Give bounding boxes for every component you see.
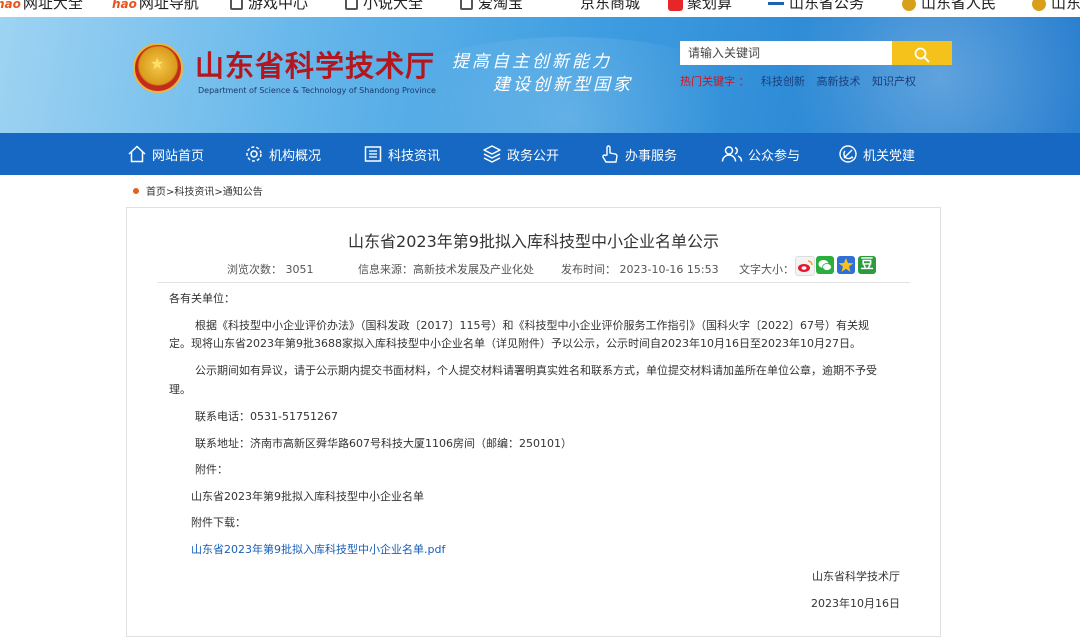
signature: 山东省科学技术厅	[812, 570, 900, 583]
paragraph-1-line-2: 定。现将山东省2023年第9批3688家拟入库科技型中小企业名单（详见附件）予以…	[169, 337, 861, 350]
breadcrumb: 首页>科技资讯>通知公告	[133, 183, 263, 198]
attachment-download-link[interactable]: 山东省2023年第9批拟入库科技型中小企业名单.pdf	[191, 543, 445, 556]
bookmark-line-icon	[768, 2, 784, 5]
contact-phone: 联系电话：0531-51751267	[195, 410, 338, 423]
hot-keyword-link[interactable]: 科技创新	[761, 75, 805, 88]
hot-keywords: 热门关键字 ： 科技创新 高新技术 知识产权	[680, 73, 916, 89]
search-input[interactable]	[680, 41, 892, 65]
article-panel: 山东省2023年第9批拟入库科技型中小企业名单公示 浏览次数： 3051 信息来…	[126, 207, 941, 637]
hot-keyword-link[interactable]: 高新技术	[817, 75, 861, 88]
publish-time: 2023-10-16 15:53	[619, 263, 719, 276]
slogan-line1: 提高自主创新能力	[452, 52, 612, 72]
breadcrumb-home[interactable]: 首页	[146, 187, 166, 198]
nav-item-news[interactable]: 科技资讯	[363, 133, 440, 175]
wechat-icon[interactable]	[816, 256, 834, 274]
meta-divider	[157, 282, 910, 283]
hand-icon	[602, 145, 618, 163]
layers-icon	[483, 145, 501, 163]
view-count: 3051	[285, 263, 314, 276]
paragraph-2-line-2: 理。	[169, 383, 191, 396]
breadcrumb-news[interactable]: 科技资讯	[174, 187, 214, 198]
paragraph-2-line-1: 公示期间如有异议，请于公示期内提交书面材料，个人提交材料请署明真实姓名和联系方式…	[195, 364, 877, 377]
nav-item-home[interactable]: 网站首页	[127, 133, 204, 175]
news-icon	[364, 146, 382, 162]
source-value: 高新技术发展及产业化处	[413, 263, 534, 276]
search-button[interactable]	[892, 41, 952, 65]
bookmark-folder-icon	[460, 0, 473, 10]
views-label: 浏览次数：	[227, 263, 282, 276]
time-label: 发布时间：	[561, 263, 616, 276]
source-label: 信息来源：	[358, 263, 413, 276]
hot-keywords-label: 热门关键字 ：	[680, 75, 750, 88]
douban-icon[interactable]: 豆	[858, 256, 876, 274]
bookmark-folder-icon	[345, 0, 358, 10]
main-nav: 网站首页 机构概况 科技资讯 政务公开 办事服务 公众参与 机关党建	[0, 133, 1080, 175]
paragraph-1-line-1: 根据《科技型中小企业评价办法》（国科发政〔2017〕115号）和《科技型中小企业…	[195, 319, 869, 332]
people-icon	[721, 146, 743, 162]
greeting: 各有关单位：	[169, 292, 235, 305]
font-size-label: 文字大小：	[739, 263, 794, 276]
home-icon	[128, 145, 146, 163]
contact-address: 联系地址：济南市高新区舜华路607号科技大厦1106房间（邮编：250101）	[195, 437, 572, 450]
emblem-icon	[902, 0, 916, 11]
breadcrumb-dot-icon	[133, 188, 139, 194]
bookmark-bar: hao网址大全 hao网址导航 游戏中心 小说大全 爱淘宝 京东商城 聚划算 山…	[0, 0, 1080, 17]
bookmark-item[interactable]: 山东省人民	[902, 0, 996, 12]
bookmark-item[interactable]: hao 网址导航	[112, 0, 199, 13]
nav-item-public[interactable]: 公众参与	[721, 133, 800, 175]
emblem-icon	[1032, 0, 1046, 11]
hao-icon: hao	[112, 0, 137, 11]
breadcrumb-notices[interactable]: 通知公告	[223, 187, 263, 198]
attachment-name: 山东省2023年第9批拟入库科技型中小企业名单	[191, 490, 424, 503]
download-label: 附件下载：	[191, 516, 246, 529]
bookmark-item[interactable]: hao网址大全	[0, 0, 83, 13]
bookmark-item[interactable]: 爱淘宝	[460, 0, 523, 12]
site-subtitle: Department of Science & Technology of Sh…	[198, 86, 436, 95]
bookmark-folder-icon	[230, 0, 243, 10]
nav-item-services[interactable]: 办事服务	[600, 133, 677, 175]
nav-item-about[interactable]: 机构概况	[244, 133, 321, 175]
party-icon	[839, 145, 857, 163]
bookmark-item[interactable]: 小说大全	[345, 0, 423, 12]
bookmark-item[interactable]: 山东	[1032, 0, 1080, 12]
signature-date: 2023年10月16日	[811, 597, 900, 610]
bookmark-item[interactable]: 聚划算	[668, 0, 732, 12]
gear-icon	[246, 146, 262, 162]
slogan-line2: 建设创新型国家	[493, 75, 633, 95]
site-header: 山东省科学技术厅 Department of Science & Technol…	[0, 17, 1080, 133]
attachment-label: 附件：	[195, 463, 228, 476]
national-emblem-icon	[133, 43, 183, 93]
site-title[interactable]: 山东省科学技术厅	[195, 43, 435, 85]
weibo-icon[interactable]	[795, 256, 815, 276]
juhuasuan-icon	[668, 0, 683, 11]
bookmark-item[interactable]: 山东省公务	[768, 0, 864, 12]
article-title: 山东省2023年第9批拟入库科技型中小企业名单公示	[348, 232, 719, 251]
nav-item-party[interactable]: 机关党建	[838, 133, 915, 175]
hao-icon: hao	[0, 0, 21, 11]
qzone-icon[interactable]	[837, 256, 855, 274]
bookmark-item[interactable]: 游戏中心	[230, 0, 308, 12]
search-icon	[914, 47, 930, 63]
hot-keyword-link[interactable]: 知识产权	[872, 75, 916, 88]
bookmark-item[interactable]: 京东商城	[580, 0, 640, 12]
nav-item-open-gov[interactable]: 政务公开	[482, 133, 559, 175]
